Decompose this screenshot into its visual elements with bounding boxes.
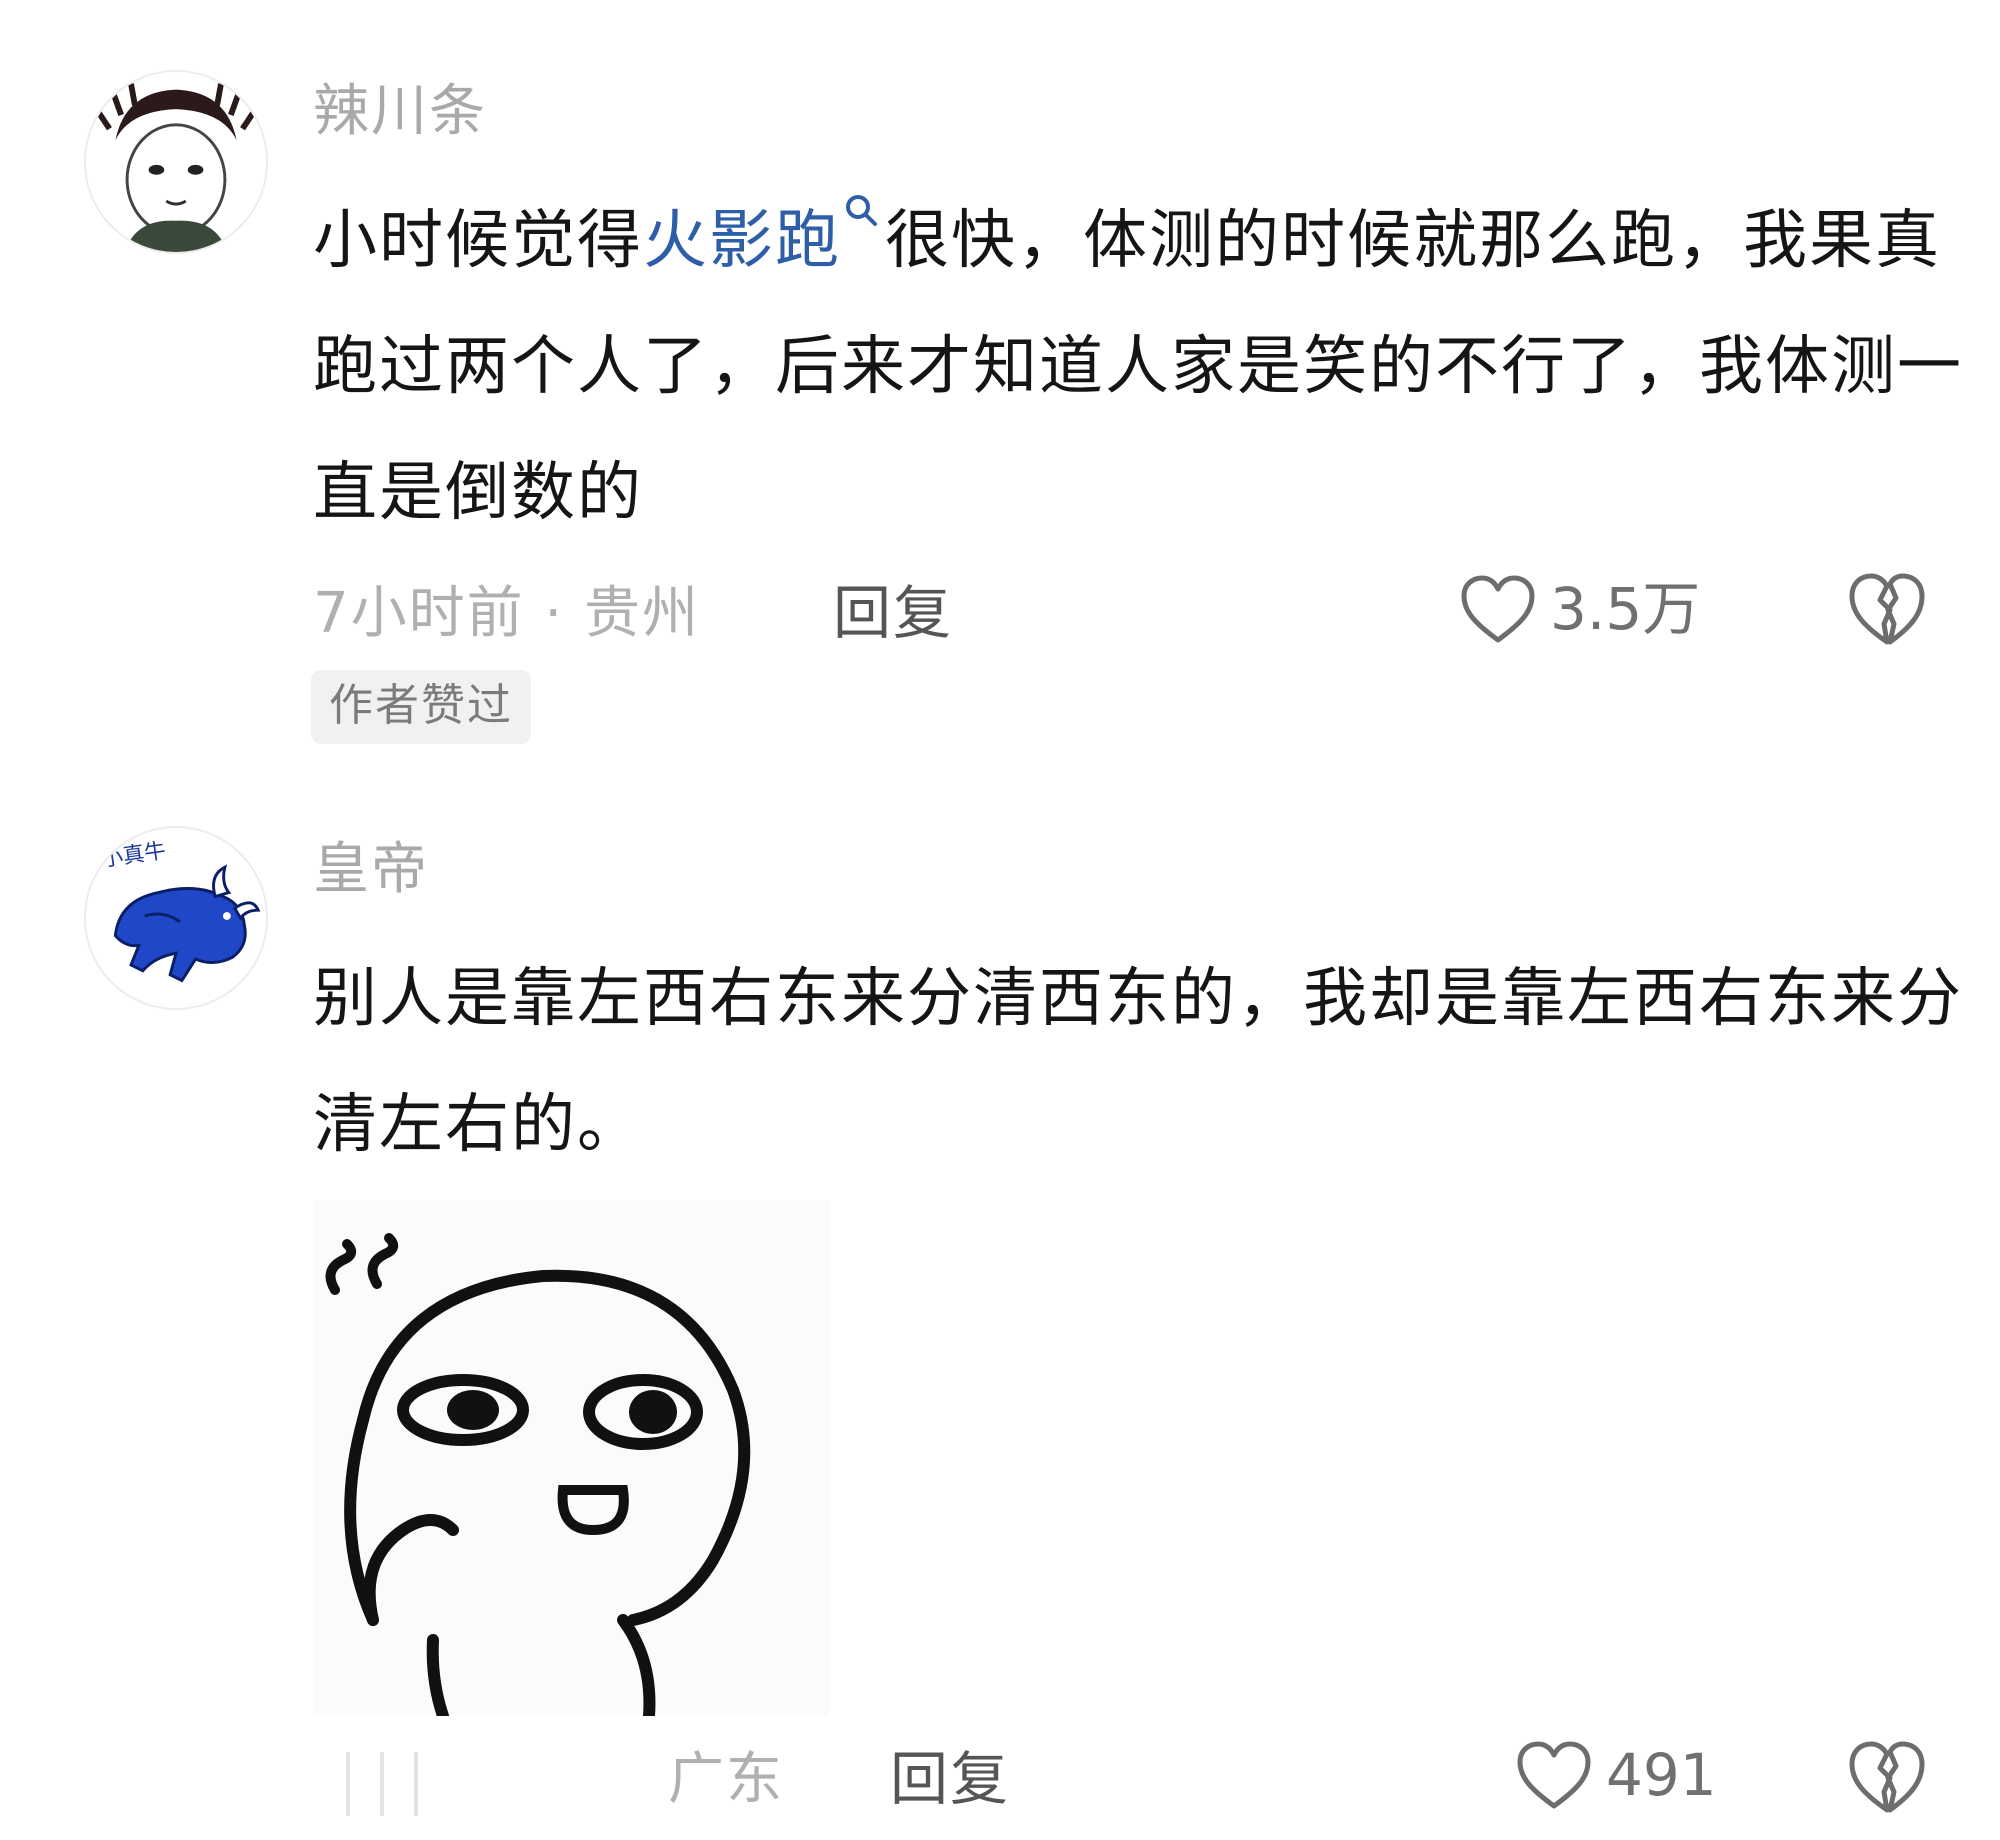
like-count: 3.5万 xyxy=(1550,575,1701,643)
blue-bull-avatar-icon: 小真牛 xyxy=(86,828,266,1008)
comment-text-before: 小时候觉得 xyxy=(313,204,643,278)
reply-button[interactable]: 回复 xyxy=(890,1750,1010,1808)
dislike-button[interactable] xyxy=(1846,570,1928,652)
doodle-face-sticker-icon xyxy=(313,1200,829,1716)
author-liked-badge: 作者赞过 xyxy=(311,670,531,744)
username[interactable]: 皇帝 xyxy=(313,842,429,898)
like-button[interactable]: 3.5万 xyxy=(1458,572,1700,646)
search-icon[interactable] xyxy=(841,190,881,230)
dislike-button[interactable] xyxy=(1846,1738,1928,1820)
search-highlight-link[interactable]: 火影跑 xyxy=(643,204,841,278)
avatar[interactable]: 小真牛 xyxy=(84,826,268,1010)
time-location: 7小时前 · 贵州 xyxy=(313,581,701,646)
comment-list: 辣川条 小时候觉得火影跑 很快，体测的时候就那么跑，我果真跑过两个人了，后来才知道… xyxy=(0,0,2000,1840)
reply-button[interactable]: 回复 xyxy=(833,584,953,642)
like-count: 491 xyxy=(1606,1741,1717,1809)
comment-text: 小时候觉得火影跑 很快，体测的时候就那么跑，我果真跑过两个人了，后来才知道人家是笑… xyxy=(313,178,1993,556)
heart-icon xyxy=(1517,1741,1591,1809)
sticker-image[interactable] xyxy=(313,1200,829,1716)
cartoon-girl-avatar-icon xyxy=(86,72,266,252)
broken-heart-icon xyxy=(1849,1741,1925,1813)
faded-timestamp xyxy=(346,1752,418,1816)
heart-icon xyxy=(1461,575,1535,643)
avatar[interactable] xyxy=(84,70,268,254)
username[interactable]: 辣川条 xyxy=(313,84,487,140)
comment-text: 别人是靠左西右东来分清西东的，我却是靠左西右东来分清左右的。 xyxy=(313,962,1963,1162)
like-button[interactable]: 491 xyxy=(1514,1738,1717,1812)
broken-heart-icon xyxy=(1849,573,1925,645)
location: 广东 xyxy=(668,1747,784,1812)
